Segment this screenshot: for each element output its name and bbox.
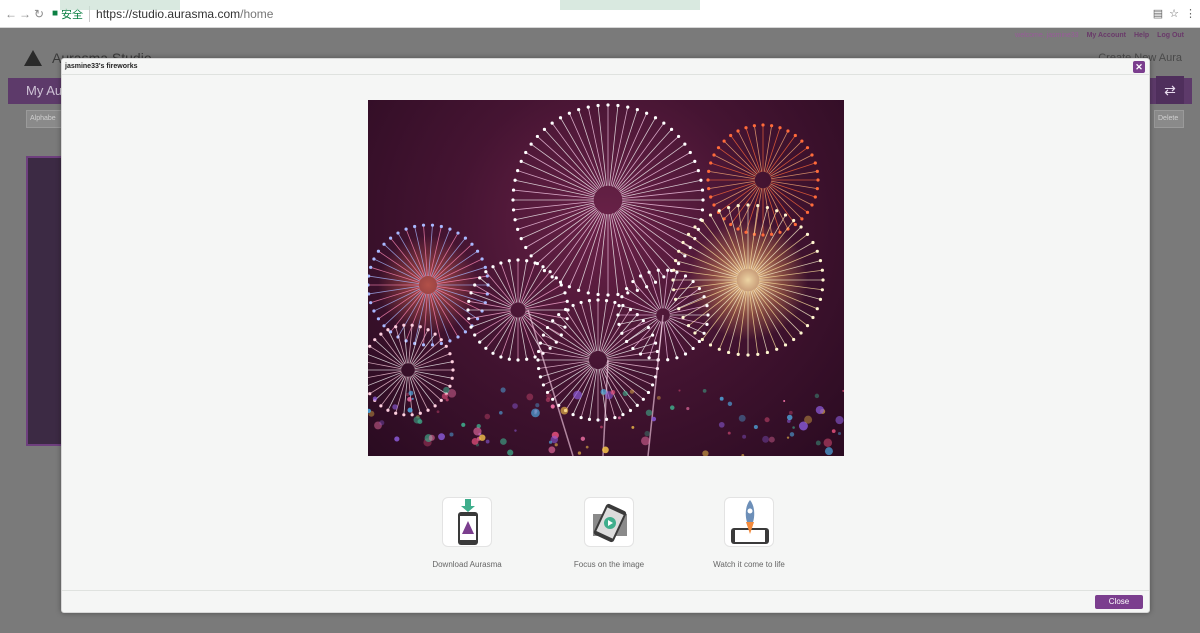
modal-footer: Close (62, 590, 1149, 612)
aura-card[interactable] (26, 156, 66, 446)
browser-toolbar: ← → ↻ ■ 安全 https://studio.aurasma.com/ho… (0, 0, 1200, 28)
tab-strip-decoration (60, 0, 180, 10)
forward-icon[interactable]: → (18, 7, 32, 21)
aurasma-logo-icon (24, 50, 42, 66)
aura-preview-modal: jasmine33's fireworks ✕ Download Aurasma… (61, 58, 1150, 613)
how-it-works-steps: Download Aurasma Focus on the image Watc… (422, 497, 822, 587)
step-label: Focus on the image (573, 560, 645, 569)
section-title: My Au (26, 83, 63, 98)
modal-title: jasmine33's fireworks (65, 63, 138, 70)
refresh-button[interactable]: ⇄ (1156, 76, 1184, 104)
step-label: Watch it come to life (713, 560, 785, 569)
my-account-link[interactable]: My Account (1087, 32, 1126, 39)
welcome-text: welcome, jasmine33 (1015, 32, 1079, 39)
top-links: welcome, jasmine33 My Account Help Log O… (1015, 32, 1184, 39)
download-aurasma-icon (442, 497, 492, 547)
menu-icon[interactable]: ⋮ (1185, 7, 1196, 20)
help-link[interactable]: Help (1134, 32, 1149, 39)
tab-strip-decoration (560, 0, 700, 10)
back-icon[interactable]: ← (4, 7, 18, 21)
step-focus: Focus on the image (564, 497, 654, 570)
lock-icon: ■ (52, 8, 59, 19)
rocket-phone-icon (724, 497, 774, 547)
log-out-link[interactable]: Log Out (1157, 32, 1184, 39)
bookmark-star-icon[interactable]: ☆ (1169, 7, 1179, 20)
modal-close-icon[interactable]: ✕ (1133, 61, 1145, 73)
sort-button[interactable]: Alphabe (26, 110, 64, 128)
close-button[interactable]: Close (1095, 595, 1143, 609)
modal-header: jasmine33's fireworks (62, 59, 1149, 75)
focus-phone-icon (584, 497, 634, 547)
step-download: Download Aurasma (422, 497, 512, 570)
fireworks-image (368, 100, 844, 456)
refresh-icon: ⇄ (1164, 82, 1176, 98)
step-label: Download Aurasma (432, 560, 502, 569)
reload-icon[interactable]: ↻ (32, 7, 46, 21)
translate-icon[interactable]: ▤ (1153, 7, 1163, 20)
delete-button[interactable]: Delete (1154, 110, 1184, 128)
step-watch: Watch it come to life (704, 497, 794, 570)
